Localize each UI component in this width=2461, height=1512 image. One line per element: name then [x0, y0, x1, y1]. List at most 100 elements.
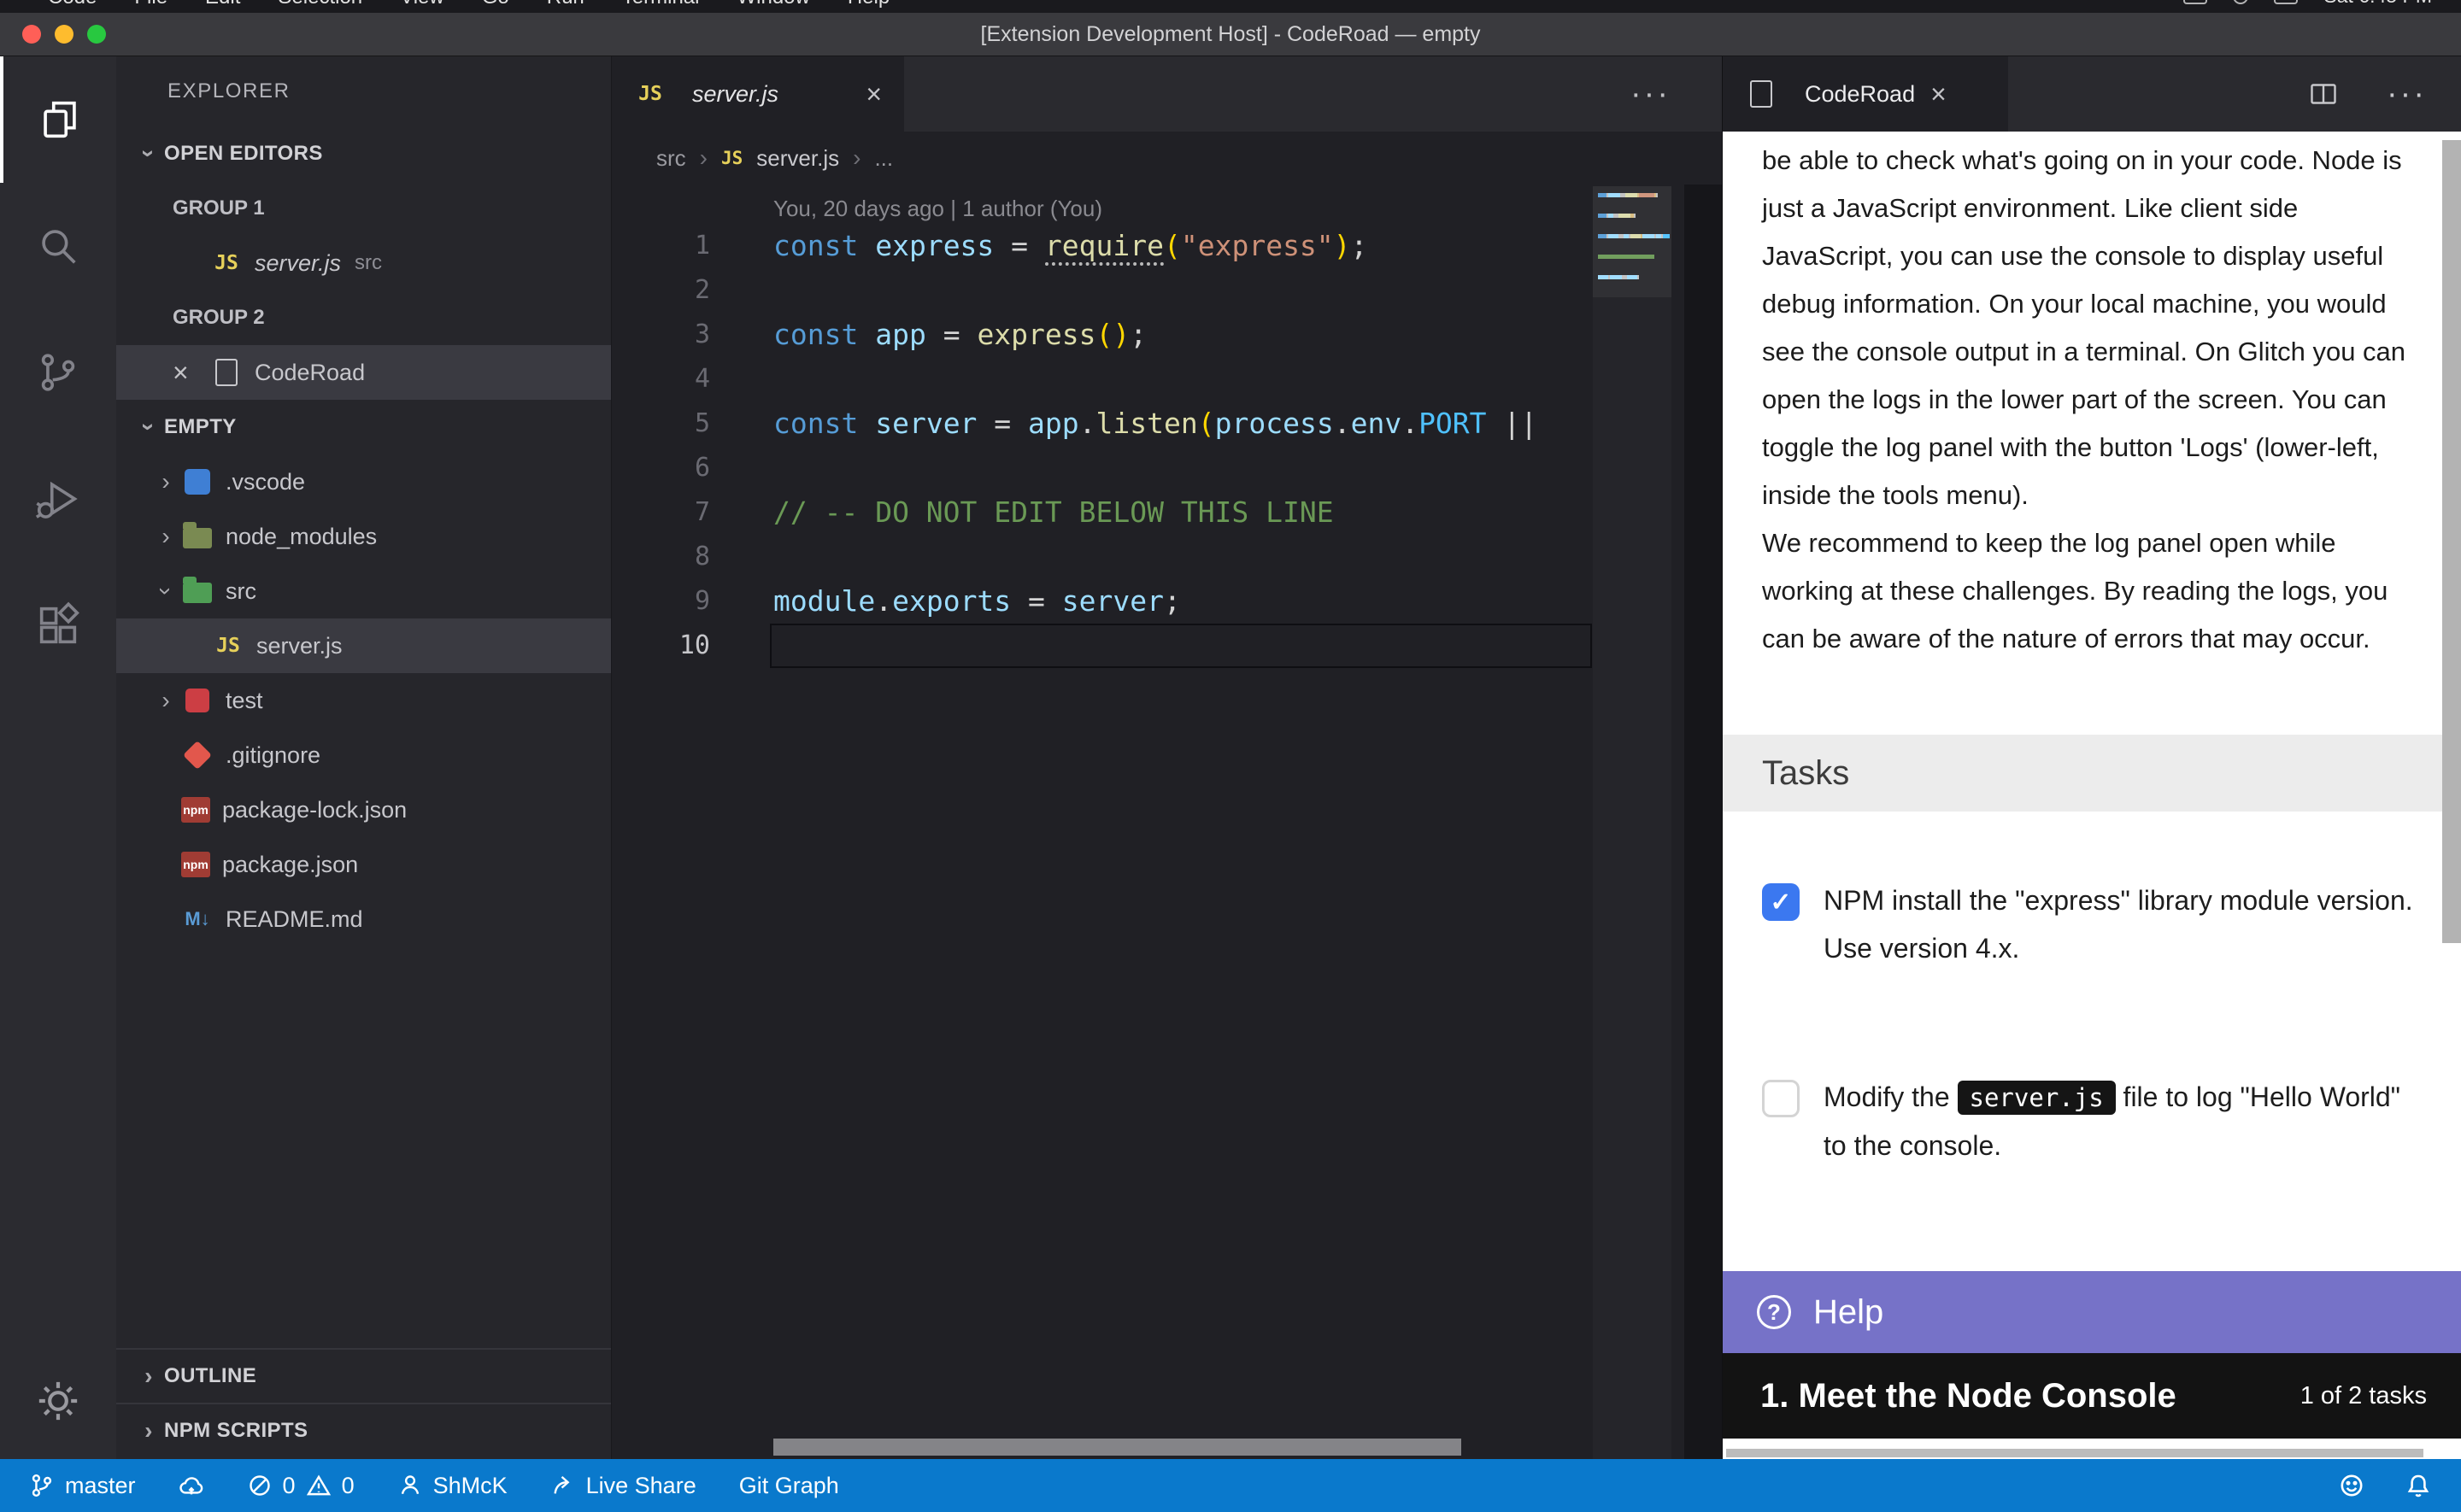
chevron-expanded-icon[interactable]: › — [152, 576, 179, 607]
status-bar: master 0 0 ShMcK Live Share Git Graph — [0, 1459, 2461, 1512]
code-line[interactable]: 2 — [612, 268, 1722, 313]
breadcrumb-folder[interactable]: src — [656, 145, 686, 172]
menu-item-code[interactable]: Code — [48, 0, 97, 12]
live-share-label: Live Share — [586, 1473, 696, 1499]
tree-item-README.md[interactable]: M↓README.md — [116, 892, 611, 946]
help-button[interactable]: ? Help — [1723, 1271, 2461, 1353]
breadcrumb-file[interactable]: server.js — [756, 145, 839, 172]
menu-item-window[interactable]: Window — [737, 0, 809, 12]
minimize-window-button[interactable] — [55, 25, 73, 44]
open-editor-label: server.js — [255, 250, 341, 277]
menu-item-help[interactable]: Help — [848, 0, 890, 12]
publish-changes-button[interactable] — [179, 1473, 204, 1498]
explorer-activity-icon[interactable] — [0, 56, 116, 183]
tree-item-label: src — [226, 578, 256, 605]
menu-item-terminal[interactable]: Terminal — [622, 0, 700, 12]
chevron-collapsed-icon[interactable]: › — [150, 523, 181, 550]
chevron-expanded-icon: › — [135, 138, 162, 169]
npm-file-icon: npm — [181, 852, 210, 877]
source-control-activity-icon[interactable] — [0, 309, 116, 436]
git-graph-button[interactable]: Git Graph — [739, 1473, 839, 1499]
split-editor-icon[interactable] — [2308, 79, 2339, 109]
run-debug-activity-icon[interactable] — [0, 436, 116, 562]
tutorial-text: be able to check what's going on in your… — [1723, 132, 2461, 663]
tab-serverjs[interactable]: JS server.js × — [612, 56, 904, 132]
checkbox-checked[interactable]: ✓ — [1762, 883, 1800, 921]
tree-item-package.json[interactable]: npmpackage.json — [116, 837, 611, 892]
problems-indicator[interactable]: 0 0 — [247, 1473, 355, 1499]
minimap[interactable] — [1593, 186, 1671, 1459]
chevron-expanded-icon: › — [135, 412, 162, 442]
webview-vertical-scrollbar[interactable] — [2442, 140, 2461, 943]
code-line[interactable]: 5const server = app.listen(process.env.P… — [612, 401, 1722, 446]
notifications-bell-icon[interactable] — [2405, 1472, 2432, 1499]
code-line[interactable]: 4 — [612, 357, 1722, 401]
open-editor-item-coderoad[interactable]: × CodeRoad — [116, 345, 611, 400]
code-line[interactable]: 8 — [612, 535, 1722, 579]
coderoad-webview: be able to check what's going on in your… — [1723, 132, 2461, 1459]
tree-item-src[interactable]: › src — [116, 564, 611, 618]
tree-item-.gitignore[interactable]: .gitignore — [116, 728, 611, 782]
user-session-indicator[interactable]: ShMcK — [397, 1473, 508, 1499]
settings-gear-icon[interactable] — [0, 1377, 116, 1425]
menu-item-file[interactable]: File — [134, 0, 167, 12]
npm-scripts-section[interactable]: › NPM SCRIPTS — [116, 1403, 611, 1457]
code-line[interactable]: 9module.exports = server; — [612, 579, 1722, 624]
chevron-collapsed-icon[interactable]: › — [150, 468, 181, 495]
more-actions-icon[interactable]: ··· — [2387, 76, 2427, 113]
open-editors-section[interactable]: › OPEN EDITORS — [116, 126, 611, 181]
menu-item-view[interactable]: View — [400, 0, 444, 12]
tree-item-server.js[interactable]: JSserver.js — [116, 618, 611, 673]
workspace-section[interactable]: › EMPTY — [116, 400, 611, 454]
tree-item-package-lock.json[interactable]: npmpackage-lock.json — [116, 782, 611, 837]
window-title: [Extension Development Host] - CodeRoad … — [981, 22, 1481, 47]
close-tab-icon[interactable]: × — [866, 79, 882, 110]
code-token: . — [1334, 407, 1351, 440]
tab-coderoad[interactable]: CodeRoad × — [1723, 56, 2008, 132]
code-line[interactable]: 7// -- DO NOT EDIT BELOW THIS LINE — [612, 490, 1722, 535]
code-line[interactable]: 6 — [612, 446, 1722, 490]
open-editors-label: OPEN EDITORS — [164, 142, 323, 166]
code-line[interactable]: 3const app = express(); — [612, 313, 1722, 357]
menu-item-selection[interactable]: Selection — [278, 0, 362, 12]
js-file-icon: JS — [210, 247, 243, 279]
code-token: PORT — [1418, 407, 1486, 440]
open-editor-item-serverjs[interactable]: × JS server.js src — [116, 236, 611, 290]
codelens-blame[interactable]: You, 20 days ago | 1 author (You) — [612, 185, 1722, 224]
menu-item-go[interactable]: Go — [482, 0, 509, 12]
git-branch-indicator[interactable]: master — [29, 1473, 136, 1499]
tree-item-test[interactable]: ›test — [116, 673, 611, 728]
chevron-collapsed-icon[interactable]: › — [150, 687, 181, 714]
code-line[interactable]: 1const express = require("express"); — [612, 224, 1722, 268]
tree-item-node_modules[interactable]: ›node_modules — [116, 509, 611, 564]
close-editor-icon[interactable]: × — [173, 357, 210, 389]
live-share-button[interactable]: Live Share — [550, 1473, 696, 1499]
lesson-progress-bar[interactable]: 1. Meet the Node Console 1 of 2 tasks — [1723, 1353, 2461, 1439]
webview-horizontal-scrollbar[interactable] — [1726, 1449, 2423, 1457]
extensions-activity-icon[interactable] — [0, 562, 116, 689]
outline-section[interactable]: › OUTLINE — [116, 1348, 611, 1403]
tree-item-.vscode[interactable]: ›.vscode — [116, 454, 611, 509]
code-token: = — [994, 229, 1045, 262]
close-tab-icon[interactable]: × — [1930, 79, 1968, 110]
feedback-smiley-icon[interactable] — [2338, 1472, 2365, 1499]
search-activity-icon[interactable] — [0, 183, 116, 309]
code-token: const — [773, 229, 858, 262]
minimap-slider[interactable] — [1593, 186, 1671, 297]
zoom-window-button[interactable] — [87, 25, 106, 44]
menu-item-run[interactable]: Run — [547, 0, 584, 12]
menu-item-edit[interactable]: Edit — [205, 0, 240, 12]
code-editor[interactable]: You, 20 days ago | 1 author (You) 1const… — [612, 185, 1722, 1459]
close-window-button[interactable] — [22, 25, 41, 44]
code-token: const — [773, 407, 858, 440]
task-list: ✓NPM install the "express" library modul… — [1762, 876, 2413, 1270]
horizontal-scrollbar[interactable] — [773, 1439, 1461, 1456]
editor-more-actions-icon[interactable]: ··· — [1630, 56, 1671, 132]
code-token: = — [977, 407, 1028, 440]
editor-scrollbar-gutter[interactable] — [1684, 185, 1722, 1459]
breadcrumb-more[interactable]: ... — [874, 145, 893, 172]
menu-status-icon — [2233, 0, 2248, 4]
code-line[interactable]: 10 — [612, 624, 1722, 668]
checkbox-unchecked[interactable] — [1762, 1080, 1800, 1117]
explorer-header: EXPLORER — [116, 56, 611, 126]
